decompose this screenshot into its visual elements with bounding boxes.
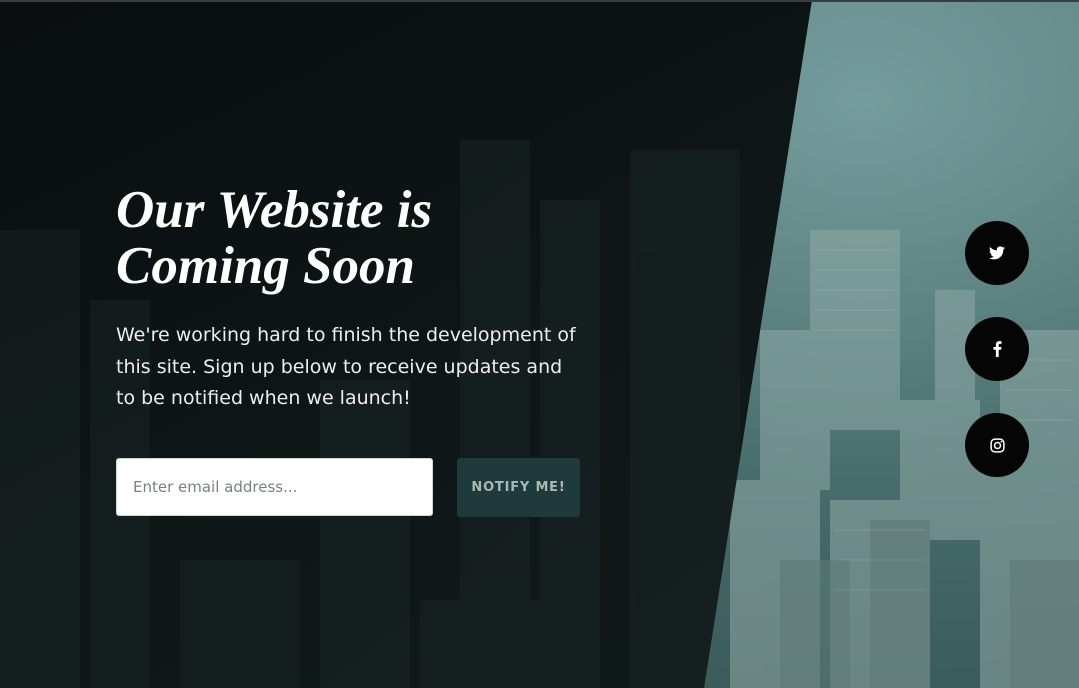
notify-me-button[interactable]: NOTIFY ME! [457, 458, 580, 517]
instagram-icon [989, 437, 1005, 453]
signup-form: NOTIFY ME! [116, 458, 586, 518]
twitter-icon [989, 246, 1005, 260]
title-line-1: Our Website is [116, 181, 433, 239]
coming-soon-page: Our Website is Coming Soon We're working… [0, 0, 1079, 688]
facebook-icon [993, 341, 1002, 357]
title-line-2: Coming Soon [116, 237, 415, 295]
hero-description: We're working hard to finish the develop… [116, 324, 576, 409]
email-input[interactable] [116, 458, 433, 516]
instagram-link[interactable] [965, 413, 1029, 477]
twitter-link[interactable] [965, 221, 1029, 285]
top-border [0, 0, 1079, 2]
page-title: Our Website is Coming Soon [116, 182, 596, 294]
facebook-link[interactable] [965, 317, 1029, 381]
hero-content: Our Website is Coming Soon We're working… [116, 182, 596, 415]
